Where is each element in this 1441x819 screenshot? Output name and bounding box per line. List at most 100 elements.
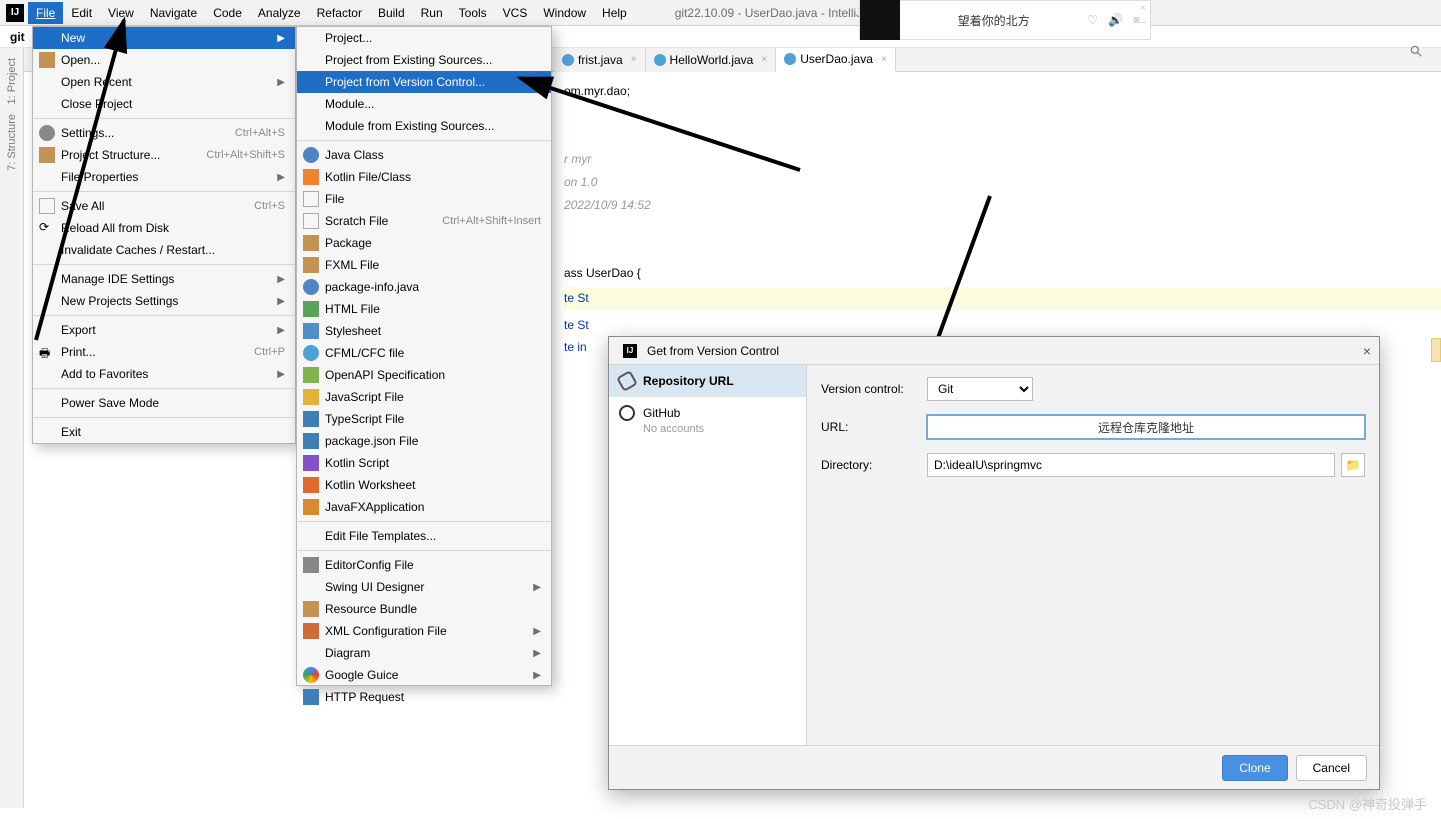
music-close-icon[interactable]: × [1140,3,1146,14]
heart-icon[interactable]: ♡ [1087,13,1098,27]
new-edit-templates[interactable]: Edit File Templates... [297,525,551,547]
file-print[interactable]: 🖶Print...Ctrl+P [33,341,295,363]
file-close-project[interactable]: Close Project [33,93,295,115]
file-properties[interactable]: File Properties▶ [33,166,295,188]
vc-select[interactable]: Git [927,377,1033,401]
new-javafx[interactable]: JavaFXApplication [297,496,551,518]
new-js[interactable]: JavaScript File [297,386,551,408]
directory-input[interactable] [927,453,1335,477]
rail-structure[interactable]: 7: Structure [6,114,18,171]
file-new-projects-settings[interactable]: New Projects Settings▶ [33,290,295,312]
file-settings[interactable]: Settings...Ctrl+Alt+S [33,122,295,144]
new-project-existing[interactable]: Project from Existing Sources... [297,49,551,71]
new-project-vcs[interactable]: Project from Version Control... [297,71,551,93]
new-xml-config[interactable]: XML Configuration File▶ [297,620,551,642]
new-module-existing[interactable]: Module from Existing Sources... [297,115,551,137]
js-icon [303,389,319,405]
url-label: URL: [821,420,921,434]
menu-refactor[interactable]: Refactor [309,2,370,24]
clone-button[interactable]: Clone [1222,755,1287,781]
new-java-class[interactable]: Java Class [297,144,551,166]
rail-project[interactable]: 1: Project [6,58,18,104]
new-resource-bundle[interactable]: Resource Bundle [297,598,551,620]
html-icon [303,301,319,317]
dialog-close-icon[interactable]: × [1363,343,1371,359]
print-icon: 🖶 [39,344,55,360]
menu-view[interactable]: View [100,2,142,24]
new-package[interactable]: Package [297,232,551,254]
menu-window[interactable]: Window [535,2,594,24]
tab-helloworld[interactable]: HelloWorld.java× [646,48,777,72]
new-ts[interactable]: TypeScript File [297,408,551,430]
file-project-structure[interactable]: Project Structure...Ctrl+Alt+Shift+S [33,144,295,166]
close-icon[interactable]: × [631,54,637,65]
dialog-title: Get from Version Control [647,344,779,358]
intellij-logo-icon: IJ [623,344,637,358]
file-new[interactable]: New▶ [33,27,295,49]
file-manage-ide[interactable]: Manage IDE Settings▶ [33,268,295,290]
new-package-info[interactable]: package-info.java [297,276,551,298]
menu-build[interactable]: Build [370,2,413,24]
github-no-accounts: No accounts [609,423,806,441]
new-kotlin-worksheet[interactable]: Kotlin Worksheet [297,474,551,496]
menu-file[interactable]: File [28,2,63,24]
new-google-guice[interactable]: Google Guice▶ [297,664,551,686]
dir-label: Directory: [821,458,921,472]
new-fxml[interactable]: FXML File [297,254,551,276]
close-icon[interactable]: × [761,54,767,65]
file-open[interactable]: Open... [33,49,295,71]
class-icon [654,54,666,66]
music-title: 望着你的北方 [900,12,1087,29]
new-cfml[interactable]: CFML/CFC file [297,342,551,364]
new-editorconfig[interactable]: EditorConfig File [297,554,551,576]
cancel-button[interactable]: Cancel [1296,755,1367,781]
new-file[interactable]: File [297,188,551,210]
new-scratch[interactable]: Scratch FileCtrl+Alt+Shift+Insert [297,210,551,232]
folder-icon [39,52,55,68]
file-add-favorites[interactable]: Add to Favorites▶ [33,363,295,385]
cfml-icon [303,345,319,361]
file-save-all[interactable]: Save AllCtrl+S [33,195,295,217]
new-kotlin-file[interactable]: Kotlin File/Class [297,166,551,188]
new-openapi[interactable]: OpenAPI Specification [297,364,551,386]
url-input[interactable] [927,415,1365,439]
file-invalidate[interactable]: Invalidate Caches / Restart... [33,239,295,261]
file-export[interactable]: Export▶ [33,319,295,341]
menu-tools[interactable]: Tools [451,2,495,24]
file-menu-dropdown: New▶ Open... Open Recent▶ Close Project … [32,26,296,444]
new-http-request[interactable]: HTTP Request [297,686,551,708]
search-icon[interactable] [1409,44,1423,61]
editorconfig-icon [303,557,319,573]
file-exit[interactable]: Exit [33,421,295,443]
file-open-recent[interactable]: Open Recent▶ [33,71,295,93]
new-stylesheet[interactable]: Stylesheet [297,320,551,342]
file-reload[interactable]: ⟳Reload All from Disk [33,217,295,239]
json-icon [303,433,319,449]
new-kotlin-script[interactable]: Kotlin Script [297,452,551,474]
tab-userdao[interactable]: UserDao.java× [776,48,896,72]
menu-edit[interactable]: Edit [63,2,100,24]
new-submenu: Project... Project from Existing Sources… [296,26,552,686]
menu-vcs[interactable]: VCS [495,2,536,24]
browse-folder-icon[interactable]: 📁 [1341,453,1365,477]
menu-help[interactable]: Help [594,2,635,24]
javafx-icon [303,499,319,515]
new-project[interactable]: Project... [297,27,551,49]
file-power-save[interactable]: Power Save Mode [33,392,295,414]
tab-frist[interactable]: frist.java× [554,48,646,72]
menu-navigate[interactable]: Navigate [142,2,205,24]
new-diagram[interactable]: Diagram▶ [297,642,551,664]
google-icon [303,667,319,683]
music-collapse-icon[interactable]: — [1136,17,1146,28]
menu-code[interactable]: Code [205,2,250,24]
close-icon[interactable]: × [881,54,887,65]
new-module[interactable]: Module... [297,93,551,115]
volume-icon[interactable]: 🔊 [1108,13,1123,27]
menu-analyze[interactable]: Analyze [250,2,309,24]
new-html[interactable]: HTML File [297,298,551,320]
side-repo-url[interactable]: Repository URL [609,365,806,397]
new-swing[interactable]: Swing UI Designer▶ [297,576,551,598]
java-icon [303,279,319,295]
new-package-json[interactable]: package.json File [297,430,551,452]
menu-run[interactable]: Run [413,2,451,24]
